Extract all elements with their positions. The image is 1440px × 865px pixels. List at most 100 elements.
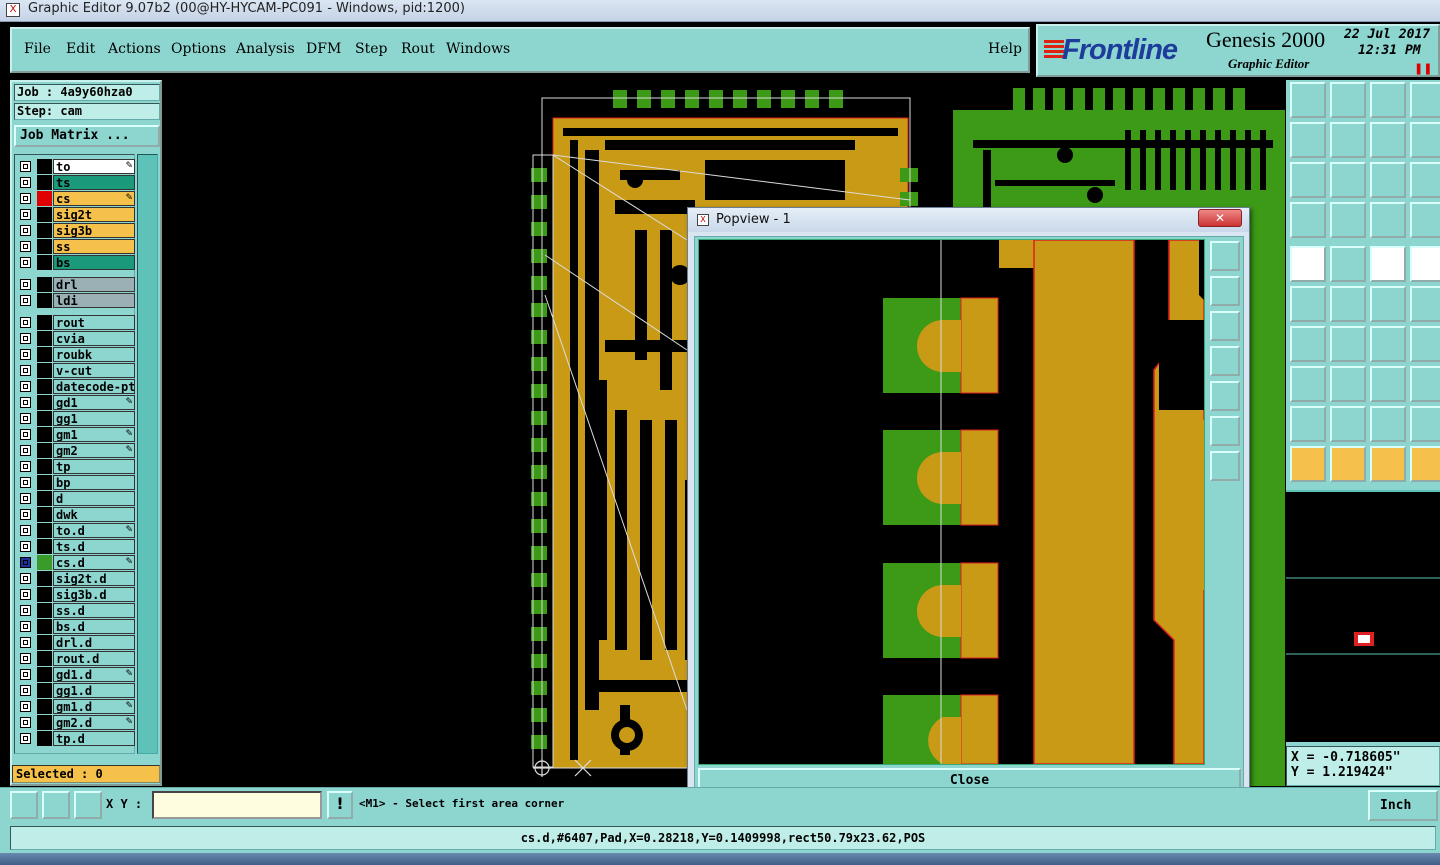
zoom-1-2-icon[interactable] bbox=[1370, 162, 1406, 198]
layer-color-swatch[interactable] bbox=[37, 475, 52, 490]
layer-checkbox[interactable] bbox=[20, 637, 31, 648]
layer-name[interactable]: bp bbox=[53, 475, 135, 490]
net-select-icon[interactable] bbox=[1410, 202, 1440, 238]
window-view-icon[interactable] bbox=[1410, 82, 1440, 118]
layer-row[interactable]: cs ✎ bbox=[17, 191, 135, 206]
layer-row[interactable]: to ✎ bbox=[17, 159, 135, 174]
layer-checkbox[interactable] bbox=[20, 429, 31, 440]
polygon-icon[interactable] bbox=[1290, 406, 1326, 442]
layer-row[interactable]: drl.d bbox=[17, 635, 135, 650]
layer-color-swatch[interactable] bbox=[37, 159, 52, 174]
connect-icon[interactable] bbox=[1290, 286, 1326, 322]
layer-color-swatch[interactable] bbox=[37, 277, 52, 292]
layer-color-swatch[interactable] bbox=[37, 191, 52, 206]
select-net-icon[interactable] bbox=[1410, 446, 1440, 482]
layer-name[interactable]: gm1.d bbox=[53, 699, 135, 714]
layer-row[interactable]: ss bbox=[17, 239, 135, 254]
layer-row[interactable]: datecode-pt bbox=[17, 379, 135, 394]
layer-name[interactable]: tp.d bbox=[53, 731, 135, 746]
layer-color-swatch[interactable] bbox=[37, 731, 52, 746]
layer-name[interactable]: gg1.d bbox=[53, 683, 135, 698]
layer-row[interactable]: ldi bbox=[17, 293, 135, 308]
layer-color-swatch[interactable] bbox=[37, 635, 52, 650]
layer-color-swatch[interactable] bbox=[37, 363, 52, 378]
popview-zoom-out-icon[interactable] bbox=[1210, 451, 1240, 481]
layer-color-swatch[interactable] bbox=[37, 175, 52, 190]
layer-color-swatch[interactable] bbox=[37, 315, 52, 330]
layer-row[interactable]: gd1.d ✎ bbox=[17, 667, 135, 682]
pan-down-tool-icon[interactable] bbox=[1330, 82, 1366, 118]
alert-icon[interactable]: ! bbox=[327, 791, 353, 819]
layer-color-swatch[interactable] bbox=[37, 507, 52, 522]
layer-checkbox[interactable] bbox=[20, 573, 31, 584]
window-titlebar[interactable]: X Graphic Editor 9.07b2 (00@HY-HYCAM-PC0… bbox=[0, 0, 1440, 22]
layer-color-swatch[interactable] bbox=[37, 223, 52, 238]
layer-color-swatch[interactable] bbox=[37, 411, 52, 426]
layer-checkbox[interactable] bbox=[20, 461, 31, 472]
ruler-icon[interactable] bbox=[1370, 246, 1406, 282]
layer-color-swatch[interactable] bbox=[37, 379, 52, 394]
layer-row[interactable]: ss.d bbox=[17, 603, 135, 618]
layer-row[interactable]: gd1 ✎ bbox=[17, 395, 135, 410]
layer-color-swatch[interactable] bbox=[37, 555, 52, 570]
split-icon[interactable] bbox=[1330, 366, 1366, 402]
layer-name[interactable]: ts bbox=[53, 175, 135, 190]
grid-toggle-icon[interactable] bbox=[74, 791, 102, 819]
layer-name[interactable]: ss bbox=[53, 239, 135, 254]
layer-name[interactable]: rout.d bbox=[53, 651, 135, 666]
layer-row[interactable]: rout bbox=[17, 315, 135, 330]
layer-color-swatch[interactable] bbox=[37, 491, 52, 506]
layer-checkbox[interactable] bbox=[20, 493, 31, 504]
layer-name[interactable]: drl bbox=[53, 277, 135, 292]
pan-right-tool-icon[interactable] bbox=[1330, 122, 1366, 158]
grid-icon[interactable] bbox=[1330, 202, 1366, 238]
layer-checkbox[interactable] bbox=[20, 193, 31, 204]
menu-help[interactable]: Help bbox=[988, 41, 1022, 57]
layer-checkbox[interactable] bbox=[20, 349, 31, 360]
layer-name[interactable]: d bbox=[53, 491, 135, 506]
layer-row[interactable]: gm2 ✎ bbox=[17, 443, 135, 458]
layer-row[interactable]: ts bbox=[17, 175, 135, 190]
layer-list-scrollbar[interactable] bbox=[137, 154, 158, 754]
layer-row[interactable]: gg1 bbox=[17, 411, 135, 426]
layer-name[interactable]: sig2t bbox=[53, 207, 135, 222]
layer-color-swatch[interactable] bbox=[37, 207, 52, 222]
menu-actions[interactable]: Actions bbox=[108, 41, 161, 57]
layer-name[interactable]: bs.d bbox=[53, 619, 135, 634]
layer-color-swatch[interactable] bbox=[37, 239, 52, 254]
measure-area-icon[interactable] bbox=[42, 791, 70, 819]
layer-checkbox[interactable] bbox=[20, 279, 31, 290]
job-matrix-button[interactable]: Job Matrix ... bbox=[14, 125, 160, 147]
resize-icon[interactable] bbox=[1370, 366, 1406, 402]
popview-close-icon[interactable]: ✕ bbox=[1198, 209, 1242, 227]
layer-row[interactable]: cs.d ✎ bbox=[17, 555, 135, 570]
zoom-fit-icon[interactable] bbox=[1290, 162, 1326, 198]
layer-row[interactable]: d bbox=[17, 491, 135, 506]
layer-name[interactable]: gd1 bbox=[53, 395, 135, 410]
overview-map[interactable] bbox=[1286, 490, 1440, 742]
move-point-icon[interactable] bbox=[1370, 286, 1406, 322]
layer-name[interactable]: gg1 bbox=[53, 411, 135, 426]
layer-checkbox[interactable] bbox=[20, 621, 31, 632]
add-line-icon[interactable] bbox=[1290, 326, 1326, 362]
layer-checkbox[interactable] bbox=[20, 241, 31, 252]
pan-up-tool-icon[interactable] bbox=[1290, 82, 1326, 118]
menu-step[interactable]: Step bbox=[355, 41, 387, 57]
layer-name[interactable]: gd1.d bbox=[53, 667, 135, 682]
popview-fit-icon[interactable] bbox=[1210, 241, 1240, 271]
popview-pan-up-icon[interactable] bbox=[1210, 276, 1240, 306]
layer-row[interactable]: rout.d bbox=[17, 651, 135, 666]
arc-icon[interactable] bbox=[1370, 326, 1406, 362]
layer-color-swatch[interactable] bbox=[37, 667, 52, 682]
layer-color-swatch[interactable] bbox=[37, 699, 52, 714]
layer-checkbox[interactable] bbox=[20, 557, 31, 568]
layer-checkbox[interactable] bbox=[20, 257, 31, 268]
popview-zoom-in-icon[interactable] bbox=[1210, 416, 1240, 446]
layer-color-swatch[interactable] bbox=[37, 587, 52, 602]
layer-checkbox[interactable] bbox=[20, 653, 31, 664]
cross-icon[interactable] bbox=[1330, 286, 1366, 322]
layer-name[interactable]: rout bbox=[53, 315, 135, 330]
layer-name[interactable]: sig3b bbox=[53, 223, 135, 238]
layer-color-swatch[interactable] bbox=[37, 459, 52, 474]
layer-color-swatch[interactable] bbox=[37, 715, 52, 730]
